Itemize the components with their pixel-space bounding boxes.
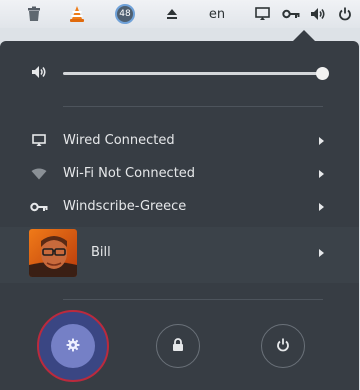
- power-icon: [276, 337, 290, 356]
- lock-button[interactable]: [156, 324, 200, 368]
- power-off-button[interactable]: [261, 324, 305, 368]
- avatar: [29, 229, 77, 277]
- menu-item-label: Wi-Fi Not Connected: [63, 166, 196, 181]
- chevron-right-icon: [319, 136, 324, 145]
- vpn-key-icon[interactable]: [281, 0, 301, 28]
- menu-item-label: Windscribe-Greece: [63, 199, 187, 214]
- lock-icon: [172, 337, 184, 356]
- speaker-icon: [31, 64, 47, 83]
- notification-count: 48: [115, 4, 135, 24]
- trash-icon[interactable]: [24, 0, 44, 28]
- eject-icon[interactable]: [164, 0, 180, 28]
- notification-badge[interactable]: 48: [114, 0, 136, 28]
- volume-icon[interactable]: [309, 0, 327, 28]
- top-panel: 48 en: [0, 0, 360, 28]
- settings-button[interactable]: [51, 324, 95, 368]
- wifi-icon: [30, 168, 48, 180]
- power-icon[interactable]: [336, 0, 354, 28]
- display-icon[interactable]: [253, 0, 271, 28]
- keyboard-language[interactable]: en: [206, 0, 228, 28]
- menu-item-wired[interactable]: Wired Connected: [0, 124, 359, 157]
- menu-item-vpn[interactable]: Windscribe-Greece: [0, 190, 359, 223]
- separator: [63, 299, 323, 300]
- vlc-cone-icon[interactable]: [67, 0, 87, 28]
- menu-item-label: Wired Connected: [63, 133, 175, 148]
- chevron-right-icon: [319, 169, 324, 178]
- volume-slider[interactable]: [63, 72, 323, 75]
- chevron-right-icon: [319, 249, 324, 257]
- chevron-right-icon: [319, 202, 324, 211]
- separator: [63, 106, 323, 107]
- settings-icon: [66, 337, 80, 356]
- menu-item-wifi[interactable]: Wi-Fi Not Connected: [0, 157, 359, 190]
- wired-network-icon: [30, 134, 48, 147]
- vpn-key-icon: [30, 202, 48, 212]
- volume-slider-handle[interactable]: [316, 67, 329, 80]
- menu-pointer: [293, 30, 315, 41]
- user-name: Bill: [91, 245, 111, 260]
